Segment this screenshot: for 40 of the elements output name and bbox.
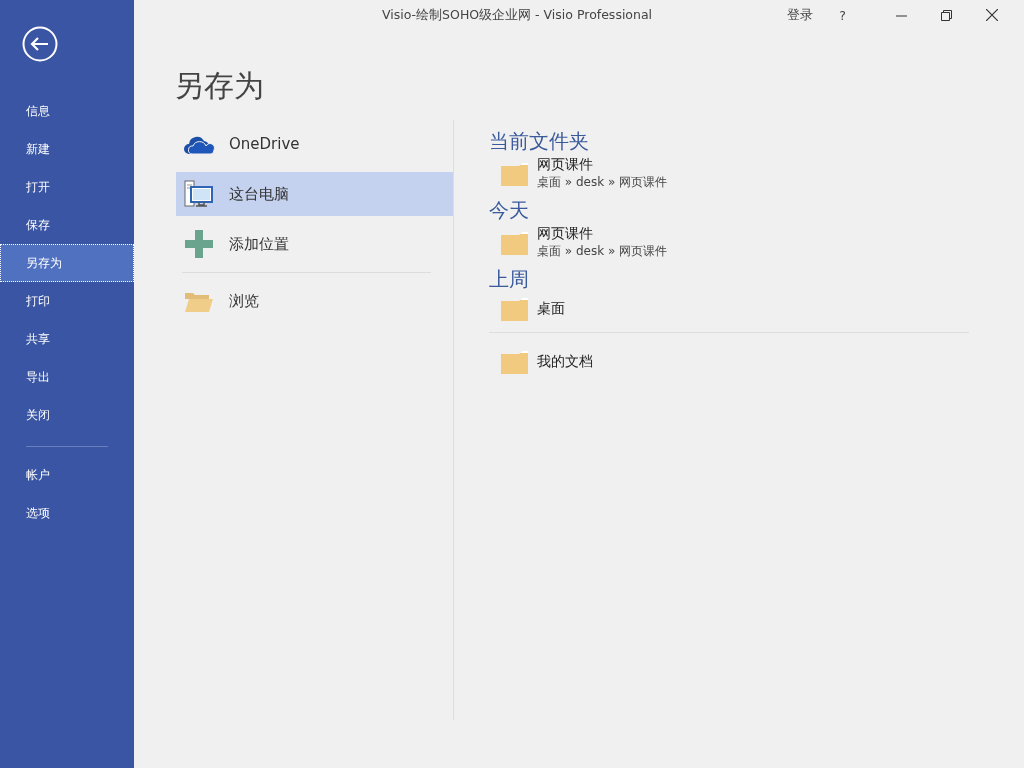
- folder-path: 桌面 » desk » 网页课件: [537, 174, 668, 191]
- folder-icon: [501, 230, 528, 255]
- location-item[interactable]: 浏览: [176, 279, 453, 323]
- folder-name: 桌面: [537, 300, 565, 318]
- nav-item[interactable]: 选项: [0, 494, 134, 532]
- nav-item[interactable]: 打开: [0, 168, 134, 206]
- window-title: Visio-绘制SOHO级企业网 - Visio Professional: [382, 7, 653, 24]
- nav-item[interactable]: 信息: [0, 92, 134, 130]
- section-heading: 当前文件夹: [489, 128, 590, 154]
- page-title: 另存为: [174, 67, 265, 105]
- nav-item[interactable]: 新建: [0, 130, 134, 168]
- plus-icon: [183, 230, 215, 258]
- folder-icon: [501, 161, 528, 186]
- computer-icon: [183, 180, 215, 208]
- folder-name: 网页课件: [537, 156, 594, 174]
- folder-path: 桌面 » desk » 网页课件: [537, 243, 668, 260]
- recent-folder[interactable]: 网页课件 桌面 » desk » 网页课件: [489, 156, 969, 191]
- nav-item[interactable]: 帐户: [0, 456, 134, 494]
- recent-folder[interactable]: 网页课件 桌面 » desk » 网页课件: [489, 225, 969, 260]
- restore-icon[interactable]: [941, 9, 952, 21]
- recent-folder[interactable]: 桌面: [489, 294, 969, 324]
- sign-in-link[interactable]: 登录: [787, 6, 814, 24]
- nav-item[interactable]: 另存为: [0, 244, 134, 282]
- location-item[interactable]: OneDrive: [176, 122, 453, 166]
- location-item[interactable]: 这台电脑: [176, 172, 453, 216]
- nav-item[interactable]: 共享: [0, 320, 134, 358]
- help-button[interactable]: ?: [839, 7, 846, 23]
- nav-item[interactable]: 关闭: [0, 396, 134, 434]
- recent-folder[interactable]: 我的文档: [489, 347, 969, 377]
- location-item[interactable]: 添加位置: [176, 222, 453, 266]
- close-icon[interactable]: [986, 9, 998, 21]
- folder-icon: [501, 297, 528, 321]
- folder-name: 网页课件: [537, 225, 594, 243]
- folder-name: 我的文档: [537, 353, 593, 371]
- nav-item[interactable]: 打印: [0, 282, 134, 320]
- nav-item[interactable]: 保存: [0, 206, 134, 244]
- folder-icon: [501, 350, 528, 374]
- section-heading: 今天: [489, 197, 530, 223]
- nav-item[interactable]: 导出: [0, 358, 134, 396]
- section-heading: 上周: [489, 266, 530, 292]
